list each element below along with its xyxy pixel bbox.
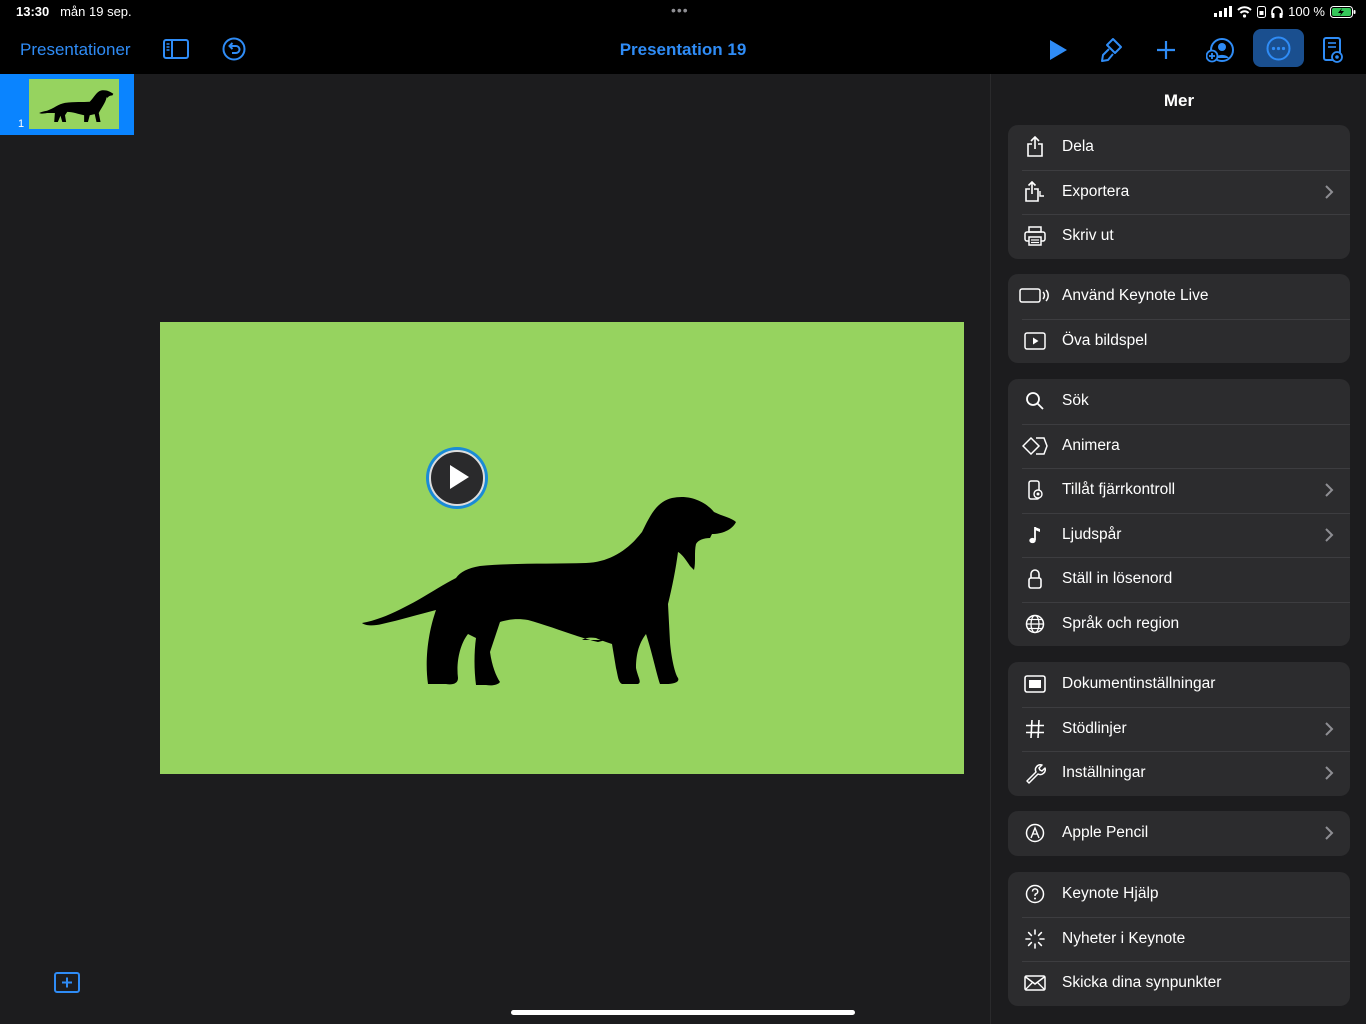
- lock-rotation-icon: [1257, 5, 1267, 18]
- menu-item-settings[interactable]: Inställningar: [1008, 751, 1350, 796]
- guides-icon: [1022, 718, 1048, 740]
- multitasking-dots-icon[interactable]: •••: [671, 2, 689, 18]
- panel-title: Mer: [1163, 91, 1195, 110]
- toolbar: Presentationer Presentation 19: [0, 26, 1366, 74]
- dog-thumbnail-image: [39, 90, 114, 122]
- brush-icon[interactable]: [1099, 37, 1123, 63]
- menu-group-pencil: Apple Pencil: [1008, 811, 1350, 856]
- chevron-right-icon: [1325, 766, 1334, 780]
- menu-item-print[interactable]: Skriv ut: [1008, 214, 1350, 259]
- slide-thumbnail-selected[interactable]: 1: [0, 74, 134, 135]
- chevron-right-icon: [1325, 527, 1334, 542]
- menu-item-remote[interactable]: Tillåt fjärrkontroll: [1008, 468, 1350, 513]
- status-time: 13:30 mån 19 sep.: [16, 4, 132, 19]
- home-indicator[interactable]: [511, 1010, 855, 1015]
- menu-group-help: Keynote Hjälp Nyheter i Keynote Skicka d…: [1008, 872, 1350, 1006]
- slide[interactable]: [160, 322, 964, 774]
- menu-item-soundtrack[interactable]: Ljudspår: [1008, 512, 1350, 558]
- menu-item-guides[interactable]: Stödlinjer: [1008, 706, 1350, 752]
- document-setup-icon: [1022, 673, 1048, 695]
- menu-item-document-setup[interactable]: Dokumentinställningar: [1008, 662, 1350, 707]
- play-icon[interactable]: [1048, 39, 1068, 61]
- menu-item-search[interactable]: Sök: [1008, 379, 1350, 424]
- menu-item-animate[interactable]: Animera: [1008, 423, 1350, 469]
- play-circle-icon: [450, 465, 469, 489]
- menu-group-document: Dokumentinställningar Stödlinjer Inställ…: [1008, 662, 1350, 796]
- video-play-button[interactable]: [426, 447, 488, 509]
- menu-group-tools: Sök Animera Tillåt fjärrkontroll Ljudspå…: [1008, 379, 1350, 646]
- status-date: mån 19 sep.: [60, 4, 132, 19]
- slide-navigator: 1: [0, 74, 135, 1024]
- music-note-icon: [1022, 524, 1048, 546]
- rehearse-icon: [1022, 330, 1048, 352]
- chevron-right-icon: [1325, 184, 1334, 199]
- sidebar-icon[interactable]: [163, 39, 189, 59]
- collaborate-icon[interactable]: [1206, 37, 1234, 63]
- chevron-right-icon: [1325, 721, 1334, 736]
- pencil-icon: [1022, 822, 1048, 844]
- more-button[interactable]: [1253, 29, 1304, 67]
- help-icon: [1022, 883, 1048, 905]
- menu-item-password[interactable]: Ställ in lösenord: [1008, 557, 1350, 602]
- add-slide-icon[interactable]: [54, 972, 80, 994]
- battery-text: 100 %: [1288, 4, 1325, 19]
- keynote-live-icon: [1019, 285, 1051, 307]
- menu-item-language[interactable]: Språk och region: [1008, 601, 1350, 647]
- export-icon: [1022, 180, 1048, 203]
- globe-icon: [1022, 613, 1048, 635]
- slide-number: 1: [18, 118, 25, 130]
- menu-item-whats-new[interactable]: Nyheter i Keynote: [1008, 916, 1350, 962]
- battery-charging-icon: [1330, 5, 1356, 18]
- menu-item-share[interactable]: Dela: [1008, 125, 1350, 170]
- menu-item-feedback[interactable]: Skicka dina synpunkter: [1008, 961, 1350, 1006]
- share-icon: [1022, 136, 1048, 158]
- plus-icon[interactable]: [1156, 40, 1176, 60]
- signal-icon: [1214, 6, 1233, 17]
- whats-new-icon: [1022, 928, 1048, 950]
- remote-icon: [1022, 479, 1048, 501]
- printer-icon: [1022, 225, 1048, 247]
- animate-icon: [1022, 435, 1048, 457]
- chevron-right-icon: [1325, 826, 1334, 840]
- menu-group-share: Dela Exportera Skriv ut: [1008, 125, 1350, 259]
- chevron-right-icon: [1325, 483, 1334, 497]
- menu-group-present: Använd Keynote Live Öva bildspel: [1008, 274, 1350, 363]
- status-indicators: 100 %: [1214, 4, 1356, 19]
- more-icon: [1266, 36, 1291, 61]
- headphones-icon: [1271, 5, 1283, 18]
- wifi-icon: [1237, 5, 1252, 18]
- mail-icon: [1022, 972, 1048, 994]
- lock-icon: [1022, 568, 1048, 590]
- menu-item-help[interactable]: Keynote Hjälp: [1008, 872, 1350, 917]
- presenter-notes-icon[interactable]: [1322, 37, 1344, 63]
- status-bar: 13:30 mån 19 sep. ••• 100 %: [0, 0, 1366, 26]
- menu-item-keynote-live[interactable]: Använd Keynote Live: [1008, 274, 1350, 319]
- search-icon: [1022, 390, 1048, 412]
- wrench-icon: [1022, 762, 1048, 784]
- slide-thumbnail-1[interactable]: [29, 79, 119, 129]
- dachshund-image[interactable]: [360, 492, 740, 688]
- menu-item-export[interactable]: Exportera: [1008, 169, 1350, 215]
- menu-item-rehearse[interactable]: Öva bildspel: [1008, 318, 1350, 364]
- presentations-back-button[interactable]: Presentationer: [20, 40, 131, 60]
- more-panel: Mer Dela Exportera Skriv ut Använd Keyno…: [990, 74, 1366, 1024]
- undo-icon[interactable]: [222, 37, 246, 61]
- menu-item-apple-pencil[interactable]: Apple Pencil: [1008, 811, 1350, 856]
